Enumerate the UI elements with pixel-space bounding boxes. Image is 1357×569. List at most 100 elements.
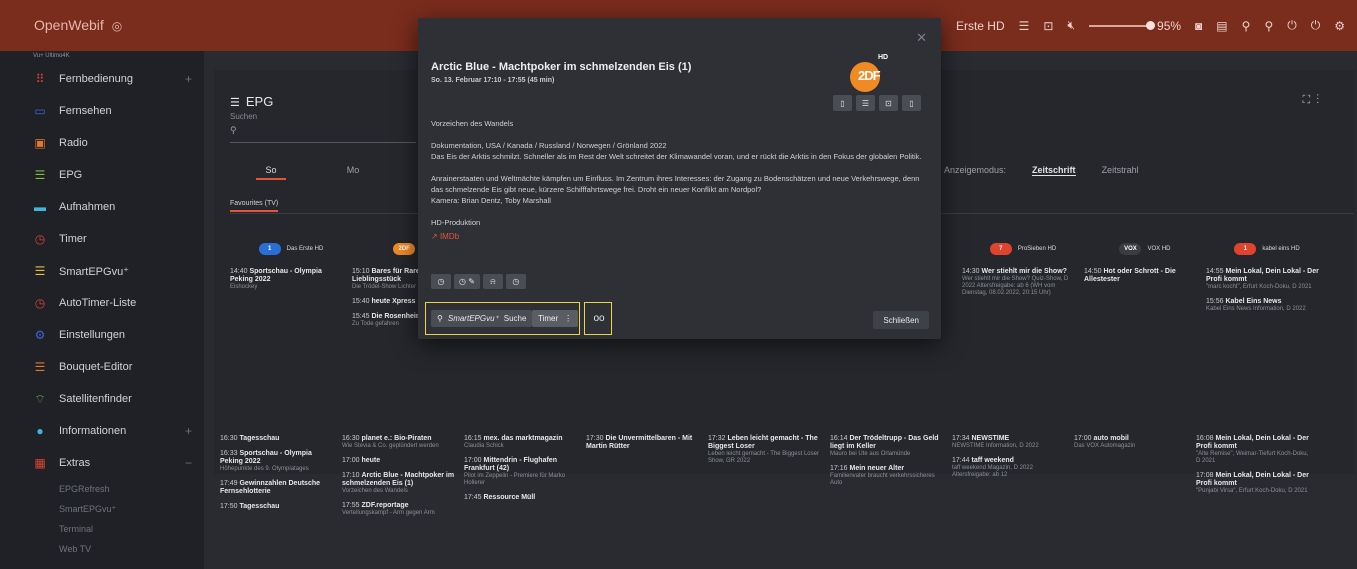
sidebar-item[interactable]: ▣ Radio — [23, 127, 204, 159]
settings-icon[interactable]: ⚙ — [1334, 19, 1345, 33]
remote-icon[interactable]: ▯ — [833, 95, 852, 111]
channel-header[interactable]: 7 ProSieben HD — [962, 238, 1084, 260]
search-icon: ⚲ — [230, 125, 237, 135]
channel-logo: 7 — [989, 243, 1012, 255]
menu-icon: ☰ — [34, 264, 46, 278]
list-icon: ☰ — [230, 97, 240, 109]
submenu-item[interactable]: Web TV — [23, 539, 204, 559]
program-item[interactable]: 16:30 Tagesschau — [220, 435, 334, 443]
fullscreen-icon[interactable]: ⛶ — [1303, 94, 1317, 106]
smartepg-search-button[interactable]: ⚲ SmartEPGvu⁺ Suche — [431, 310, 533, 327]
power-off-icon[interactable]: ⏻ — [1311, 18, 1321, 33]
search-label: Suchen — [230, 112, 258, 121]
day-tab[interactable]: So — [230, 165, 312, 180]
program-item[interactable]: 15:56 Kabel Eins News Kabel Eins News Inf… — [1206, 298, 1320, 313]
imdb-link[interactable]: ↗ IMDb — [431, 231, 926, 242]
sidebar-item[interactable]: ☰ SmartEPGvu⁺ — [23, 255, 204, 287]
sidebar-item[interactable]: ☰ EPG — [23, 159, 204, 191]
program-item[interactable]: 17:49 Gewinnzahlen Deutsche Fernsehlotte… — [220, 480, 334, 496]
zoom-in-icon[interactable]: ⚲ — [1242, 19, 1251, 33]
program-item[interactable]: 17:00 auto mobil Das VOX Automagazin — [1074, 435, 1188, 450]
zoom-out-icon[interactable]: ⚲ — [1264, 19, 1273, 33]
program-name: planet e.: Bio-Piraten — [361, 435, 432, 442]
program-item[interactable]: 17:16 Mein neuer Alter Familienvater brau… — [830, 465, 944, 487]
timer-edit-icon[interactable]: ◷ ✎ — [454, 274, 480, 289]
channel-header[interactable]: 1 kabel eins HD — [1206, 238, 1328, 260]
sidebar-item[interactable]: ⚙ Einstellungen — [23, 319, 204, 351]
program-item[interactable]: 17:32 Leben leicht gemacht - The Biggest… — [708, 435, 822, 465]
power-standby-icon[interactable]: ⏻ — [1287, 18, 1297, 33]
camera-icon[interactable]: ◙ — [1195, 19, 1202, 33]
expand-icon[interactable]: − — [185, 456, 192, 470]
mobile-icon[interactable]: ▯ — [902, 95, 921, 111]
program-item[interactable]: 16:15 mex. das marktmagazin Claudia Schic… — [464, 435, 578, 450]
program-item[interactable]: 17:44 taff weekend taff weekend Magazin, … — [952, 457, 1066, 479]
program-item[interactable]: 17:08 Mein Lokal, Dein Lokal - Der Profi… — [1196, 472, 1310, 495]
screen-icon[interactable]: ⊡ — [1043, 19, 1053, 33]
submenu-item[interactable]: EPGRefresh — [23, 479, 204, 499]
sidebar-item[interactable]: ▬ Aufnahmen — [23, 191, 204, 223]
program-item[interactable]: 17:00 Mittendrin - Flughafen Frankfurt (… — [464, 457, 578, 487]
sidebar-item[interactable]: ☰ Bouquet-Editor — [23, 351, 204, 383]
list-icon[interactable]: ☰ — [1019, 19, 1030, 33]
list-icon[interactable]: ☰ — [856, 95, 875, 111]
program-item[interactable]: 17:50 Tagesschau — [220, 503, 334, 511]
sidebar-item-label: Radio — [59, 137, 88, 149]
program-item[interactable]: 17:45 Ressource Müll — [464, 494, 578, 502]
mode-zeitstrahl[interactable]: Zeitstrahl — [1102, 165, 1139, 176]
program-desc: NEWSTIME Information, D 2022 — [952, 443, 1039, 449]
channel-header[interactable]: 1 Das Erste HD — [230, 238, 352, 260]
program-item[interactable]: 16:33 Sportschau - Olympia Peking 2022 Hö… — [220, 450, 334, 473]
channel-header[interactable]: VOX VOX HD — [1084, 238, 1206, 260]
program-item[interactable]: 14:30 Wer stiehlt mir die Show? Wer stieh… — [962, 268, 1076, 297]
program-time: 17:16 — [830, 465, 848, 472]
program-item[interactable]: 17:30 Die Unvermittelbaren - Mit Martin … — [586, 435, 700, 451]
day-tab[interactable]: Mo — [312, 165, 394, 175]
sidebar-item[interactable]: ⌔ Satellitenfinder — [23, 383, 204, 415]
volume-slider[interactable]: 95% — [1089, 19, 1181, 33]
program-item[interactable]: 17:34 NEWSTIME NEWSTIME Information, D 20… — [952, 435, 1066, 450]
program-item[interactable]: 16:30 planet e.: Bio-Piraten Wie Stevia &… — [342, 435, 456, 450]
sidebar-item-label: EPG — [59, 169, 83, 181]
power-icon[interactable]: ◎ — [112, 19, 122, 33]
expand-icon[interactable]: + — [185, 424, 192, 438]
program-item[interactable]: 14:50 Hot oder Schrott - Die Allestester — [1084, 268, 1198, 284]
more-icon[interactable]: ⋮ — [1316, 94, 1325, 106]
mode-zeitschrift[interactable]: Zeitschrift — [1032, 165, 1076, 176]
submenu-item[interactable]: SmartEPGvu⁺ — [23, 499, 204, 519]
expand-icon[interactable]: + — [185, 72, 192, 86]
sidebar-item[interactable]: ◷ AutoTimer-Liste — [23, 287, 204, 319]
sidebar-item[interactable]: ◷ Timer — [23, 223, 204, 255]
program-title: 17:32 Leben leicht gemacht - The Biggest… — [708, 435, 822, 451]
program-desc: Wer stiehlt mir die Show? Quiz-Show, D 2… — [962, 276, 1069, 296]
program-column: 17:00 auto mobil Das VOX Automagazin — [1074, 435, 1196, 524]
submenu-item[interactable]: Terminal — [23, 519, 204, 539]
program-name: Ressource Müll — [483, 494, 536, 501]
alarm-icon[interactable]: ⍾ — [482, 274, 503, 289]
program-item[interactable]: 16:08 Mein Lokal, Dein Lokal - Der Profi… — [1196, 435, 1310, 465]
program-item[interactable]: 17:00 heute — [342, 457, 456, 465]
brand[interactable]: OpenWebif ◎ — [34, 17, 122, 33]
program-item[interactable]: 14:40 Sportschau - Olympia Peking 2022 Ei… — [230, 268, 344, 291]
screen-icon[interactable]: ⊡ — [879, 95, 898, 111]
program-item[interactable]: 17:10 Arctic Blue - Machtpoker im schmel… — [342, 472, 456, 495]
program-item[interactable]: 14:55 Mein Lokal, Dein Lokal - Der Profi… — [1206, 268, 1320, 291]
voicemail-icon[interactable]: ᴏᴏ — [589, 310, 609, 327]
message-icon[interactable]: ▤ — [1216, 19, 1227, 33]
sidebar-item[interactable]: ⠿ Fernbedienung + — [23, 63, 204, 95]
timer-add-icon[interactable]: ◷ — [431, 274, 451, 289]
sidebar-item[interactable]: ● Informationen + — [23, 415, 204, 447]
program-item[interactable]: 16:14 Der Trödeltrupp - Das Geld liegt i… — [830, 435, 944, 458]
sidebar-item[interactable]: ▦ Extras − — [23, 447, 204, 479]
program-item[interactable]: 17:55 ZDF.reportage Verteilungskampf - Ar… — [342, 502, 456, 517]
program-time: 16:14 — [830, 435, 848, 442]
close-icon[interactable]: ✕ — [916, 30, 927, 46]
sidebar-item[interactable]: ▭ Fernsehen — [23, 95, 204, 127]
timer-button[interactable]: Timer ⋮ — [532, 310, 579, 327]
tab-favourites[interactable]: Favourites (TV) — [230, 200, 279, 212]
program-title: 17:50 Tagesschau — [220, 503, 334, 511]
zap-timer-icon[interactable]: ◷ — [505, 274, 526, 289]
search-input[interactable]: ⚲ — [230, 125, 416, 143]
mute-icon[interactable]: 🔇︎ — [1067, 18, 1075, 33]
close-button[interactable]: Schließen — [873, 311, 929, 329]
